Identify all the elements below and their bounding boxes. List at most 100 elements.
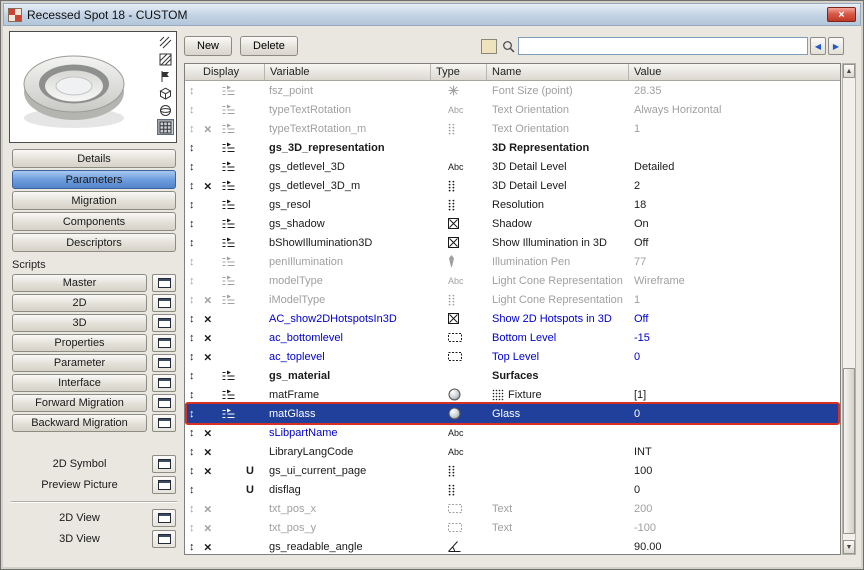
reorder-updown-icon[interactable]: ↕ bbox=[189, 218, 195, 230]
table-row[interactable]: ↕ × gs_detlevel_3D_m 3D Detail Level 2 bbox=[185, 176, 840, 195]
table-row[interactable]: ↕ × gs_readable_angle 90.00 bbox=[185, 537, 840, 554]
value-cell[interactable]: 0 bbox=[629, 404, 840, 423]
reorder-updown-icon[interactable]: ↕ bbox=[189, 465, 195, 477]
open-window-button-properties[interactable] bbox=[152, 334, 176, 352]
script-button-backward-migration[interactable]: Backward Migration bbox=[12, 414, 147, 432]
display-list-icon[interactable] bbox=[222, 237, 235, 248]
value-cell[interactable]: 90.00 bbox=[629, 537, 840, 554]
table-row[interactable]: ↕ × ac_toplevel Top Level 0 bbox=[185, 347, 840, 366]
reorder-updown-icon[interactable]: ↕ bbox=[189, 85, 195, 97]
table-row[interactable]: ↕ typeTextRotation Abc Text Orientation Alwa… bbox=[185, 100, 840, 119]
value-cell[interactable] bbox=[629, 366, 840, 385]
reorder-updown-icon[interactable]: ↕ bbox=[189, 275, 195, 287]
flag-icon[interactable] bbox=[157, 68, 174, 84]
reorder-updown-icon[interactable]: ↕ bbox=[189, 370, 195, 382]
table-row[interactable]: ↕ Udisflag 0 bbox=[185, 480, 840, 499]
hidden-x-icon[interactable]: × bbox=[204, 426, 212, 439]
table-row[interactable]: ↕ fsz_point Font Size (point) 28.35 bbox=[185, 81, 840, 100]
reorder-updown-icon[interactable]: ↕ bbox=[189, 256, 195, 268]
hidden-x-icon[interactable]: × bbox=[204, 464, 212, 477]
value-cell[interactable]: Detailed bbox=[629, 157, 840, 176]
value-cell[interactable]: 100 bbox=[629, 461, 840, 480]
sidebar-item-descriptors[interactable]: Descriptors bbox=[12, 233, 176, 252]
reorder-updown-icon[interactable]: ↕ bbox=[189, 332, 195, 344]
table-row[interactable]: ↕ gs_material Surfaces bbox=[185, 366, 840, 385]
table-row[interactable]: ↕ bShowIllumination3D Show Illumination in… bbox=[185, 233, 840, 252]
value-cell[interactable]: -100 bbox=[629, 518, 840, 537]
table-row[interactable]: ↕ × sLibpartName Abc bbox=[185, 423, 840, 442]
table-row[interactable]: ↕ gs_detlevel_3D Abc 3D Detail Level Detaile… bbox=[185, 157, 840, 176]
open-window-button-3d[interactable] bbox=[152, 314, 176, 332]
value-cell[interactable]: 200 bbox=[629, 499, 840, 518]
table-row[interactable]: ↕ gs_resol Resolution 18 bbox=[185, 195, 840, 214]
box-icon[interactable] bbox=[157, 85, 174, 101]
hatch-square-icon[interactable] bbox=[157, 51, 174, 67]
open-window-button-2d[interactable] bbox=[152, 294, 176, 312]
table-row[interactable]: ↕ × ac_bottomlevel Bottom Level -15 bbox=[185, 328, 840, 347]
table-row[interactable]: ↕ gs_shadow Shadow On bbox=[185, 214, 840, 233]
hidden-x-icon[interactable]: × bbox=[204, 502, 212, 515]
hidden-x-icon[interactable]: × bbox=[204, 331, 212, 344]
open-window-button-preview-picture[interactable] bbox=[152, 476, 176, 494]
value-cell[interactable]: On bbox=[629, 214, 840, 233]
table-row[interactable]: ↕ matGlass Glass 0 bbox=[185, 402, 840, 425]
hidden-x-icon[interactable]: × bbox=[204, 312, 212, 325]
hidden-x-icon[interactable]: × bbox=[204, 350, 212, 363]
display-list-icon[interactable] bbox=[222, 275, 235, 286]
column-header-value[interactable]: Value bbox=[629, 64, 840, 80]
reorder-updown-icon[interactable]: ↕ bbox=[189, 142, 195, 154]
scroll-up-icon[interactable]: ▲ bbox=[843, 64, 855, 78]
reorder-updown-icon[interactable]: ↕ bbox=[189, 522, 195, 534]
value-cell[interactable]: 1 bbox=[629, 119, 840, 138]
open-window-button-forward-migration[interactable] bbox=[152, 394, 176, 412]
value-cell[interactable]: 0 bbox=[629, 480, 840, 499]
reorder-updown-icon[interactable]: ↕ bbox=[189, 408, 195, 420]
hidden-x-icon[interactable]: × bbox=[204, 521, 212, 534]
value-cell[interactable]: Wireframe bbox=[629, 271, 840, 290]
value-cell[interactable]: Off bbox=[629, 309, 840, 328]
reorder-updown-icon[interactable]: ↕ bbox=[189, 446, 195, 458]
table-row[interactable]: ↕ gs_3D_representation 3D Representation bbox=[185, 138, 840, 157]
display-list-icon[interactable] bbox=[222, 104, 235, 115]
table-row[interactable]: ↕ × AC_show2DHotspotsIn3D Show 2D Hotspots … bbox=[185, 309, 840, 328]
sidebar-item-migration[interactable]: Migration bbox=[12, 191, 176, 210]
reorder-updown-icon[interactable]: ↕ bbox=[189, 161, 195, 173]
value-cell[interactable]: Always Horizontal bbox=[629, 100, 840, 119]
hidden-x-icon[interactable]: × bbox=[204, 445, 212, 458]
display-list-icon[interactable] bbox=[222, 256, 235, 267]
hatch-lines-icon[interactable] bbox=[157, 34, 174, 50]
open-window-button-parameter[interactable] bbox=[152, 354, 176, 372]
script-button-forward-migration[interactable]: Forward Migration bbox=[12, 394, 147, 412]
reorder-updown-icon[interactable]: ↕ bbox=[189, 199, 195, 211]
scroll-down-icon[interactable]: ▼ bbox=[843, 540, 855, 554]
table-row[interactable]: ↕ × txt_pos_x Text 200 bbox=[185, 499, 840, 518]
table-row[interactable]: ↕ × LibraryLangCode Abc INT bbox=[185, 442, 840, 461]
value-cell[interactable]: INT bbox=[629, 442, 840, 461]
prev-page-button[interactable]: ◀ bbox=[810, 37, 826, 55]
value-cell[interactable]: 28.35 bbox=[629, 81, 840, 100]
display-list-icon[interactable] bbox=[222, 180, 235, 191]
display-list-icon[interactable] bbox=[222, 294, 235, 305]
value-cell[interactable]: 18 bbox=[629, 195, 840, 214]
new-button[interactable]: New bbox=[184, 36, 233, 56]
sphere-icon[interactable] bbox=[157, 102, 174, 118]
reorder-updown-icon[interactable]: ↕ bbox=[189, 351, 195, 363]
title-bar[interactable]: Recessed Spot 18 - CUSTOM × bbox=[3, 3, 861, 26]
open-window-button-interface[interactable] bbox=[152, 374, 176, 392]
value-cell[interactable]: 0 bbox=[629, 347, 840, 366]
script-button-2d[interactable]: 2D bbox=[12, 294, 147, 312]
value-cell[interactable]: 77 bbox=[629, 252, 840, 271]
column-header-display[interactable]: Display bbox=[185, 64, 265, 80]
table-row[interactable]: ↕ × txt_pos_y Text -100 bbox=[185, 518, 840, 537]
script-button-parameter[interactable]: Parameter bbox=[12, 354, 147, 372]
open-window-button-backward-migration[interactable] bbox=[152, 414, 176, 432]
script-button-master[interactable]: Master bbox=[12, 274, 147, 292]
table-row[interactable]: ↕ × Ugs_ui_current_page 100 bbox=[185, 461, 840, 480]
hidden-x-icon[interactable]: × bbox=[204, 293, 212, 306]
script-button-interface[interactable]: Interface bbox=[12, 374, 147, 392]
script-button-properties[interactable]: Properties bbox=[12, 334, 147, 352]
value-cell[interactable]: [1] bbox=[629, 385, 840, 404]
script-button-3d[interactable]: 3D bbox=[12, 314, 147, 332]
reorder-updown-icon[interactable]: ↕ bbox=[189, 503, 195, 515]
table-row[interactable]: ↕ × iModelType Light Cone Representation 1 bbox=[185, 290, 840, 309]
